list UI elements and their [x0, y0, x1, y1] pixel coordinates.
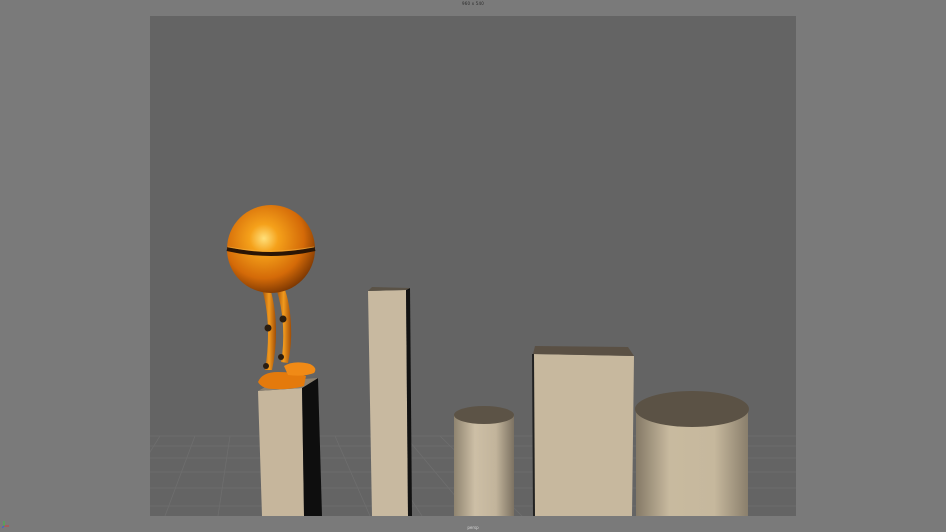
- robot-character: [226, 205, 316, 390]
- resolution-gate-label: 960 x 540: [462, 1, 484, 6]
- viewport-scene: [150, 205, 796, 516]
- box-pillar-2: [368, 287, 412, 516]
- camera-label: persp: [467, 525, 479, 530]
- cylinder-1: [454, 406, 514, 516]
- box-pillar-3: [532, 346, 634, 516]
- 3d-viewport[interactable]: [150, 16, 796, 516]
- box-pillar-1: [258, 378, 322, 516]
- axis-gizmo-icon: [2, 521, 9, 528]
- cylinder-2: [635, 391, 749, 516]
